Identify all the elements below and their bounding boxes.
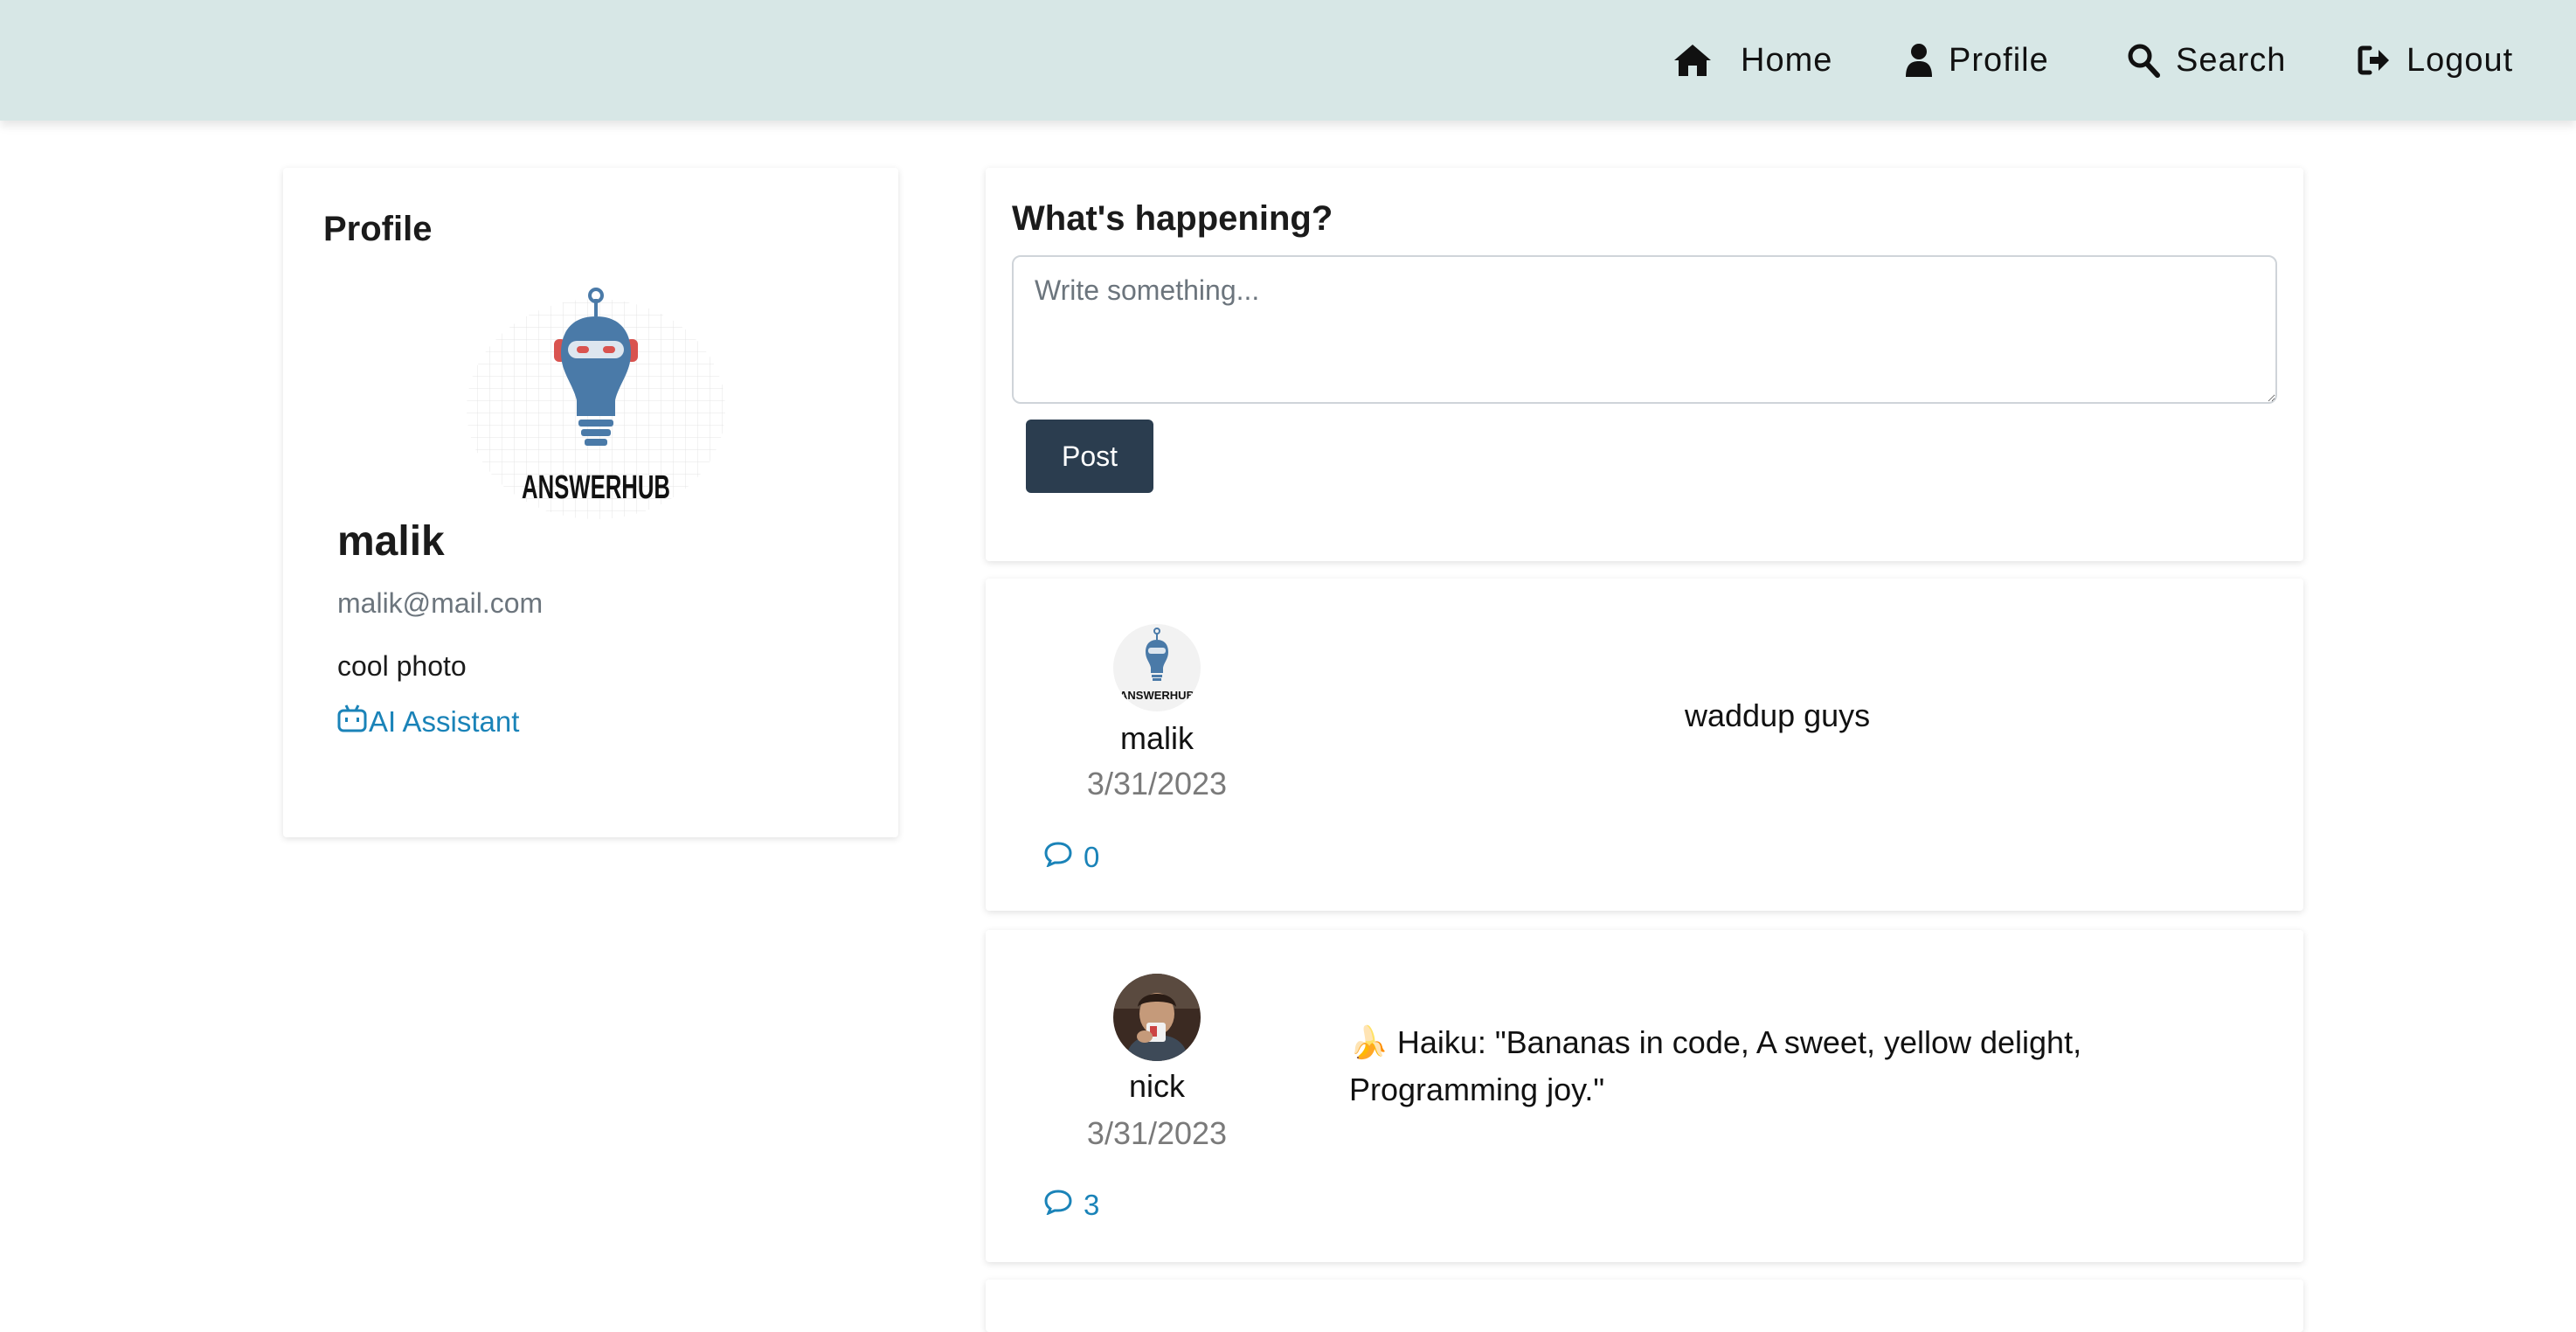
post-date: 3/31/2023	[1086, 766, 1228, 801]
answerhub-robot-logo-icon: ANSWERHUB	[467, 288, 725, 519]
ai-assistant-label: AI Assistant	[369, 705, 520, 738]
compose-title: What's happening?	[1012, 199, 1333, 238]
profile-card: Profile ANSWERHUB malik malik@mail.com c…	[283, 168, 898, 837]
logo-text: ANSWERHUB	[522, 469, 670, 506]
nav-home-label: Home	[1741, 41, 1833, 79]
nav-logout-label: Logout	[2406, 41, 2514, 79]
nav-search-label: Search	[2176, 41, 2287, 79]
logout-icon	[2358, 45, 2391, 76]
post-content: waddup guys	[1685, 697, 1871, 733]
search-icon	[2127, 43, 2160, 78]
comment-icon	[1043, 841, 1073, 874]
top-navbar: Home Profile Search Logout	[0, 0, 2576, 121]
profile-bio: cool photo	[337, 650, 467, 682]
post-date: 3/31/2023	[1086, 1115, 1228, 1151]
comment-count-button[interactable]: 0	[1043, 841, 1099, 874]
post-button[interactable]: Post	[1026, 420, 1153, 493]
profile-avatar: ANSWERHUB	[465, 278, 727, 540]
profile-username: malik	[337, 518, 445, 565]
post-author[interactable]: nick	[986, 1068, 1328, 1105]
post-card: nick 3/31/2023 🍌 Haiku: "Bananas in code…	[986, 930, 2303, 1262]
post-avatar[interactable]	[1113, 974, 1201, 1061]
comment-icon	[1043, 1189, 1073, 1222]
user-icon	[1905, 43, 1933, 78]
profile-email: malik@mail.com	[337, 587, 544, 619]
post-card	[986, 1280, 2303, 1332]
nav-profile-label: Profile	[1949, 41, 2049, 79]
ai-assistant-link[interactable]: AI Assistant	[337, 704, 519, 739]
post-avatar[interactable]: ANSWERHUB	[1113, 624, 1201, 711]
robot-icon	[337, 704, 367, 739]
logo-text: ANSWERHUB	[1119, 689, 1195, 702]
nav-home-link[interactable]: Home	[1672, 35, 1832, 86]
user-photo-icon	[1113, 974, 1201, 1061]
compose-card: What's happening? Post	[986, 168, 2303, 561]
comment-count-button[interactable]: 3	[1043, 1189, 1099, 1222]
nav-profile-link[interactable]: Profile	[1905, 35, 2049, 86]
nav-logout-link[interactable]: Logout	[2358, 35, 2513, 86]
comment-count: 0	[1084, 841, 1100, 873]
answerhub-robot-logo-icon: ANSWERHUB	[1113, 624, 1201, 711]
post-card: ANSWERHUB malik 3/31/2023 waddup guys 0	[986, 579, 2303, 911]
post-content: 🍌 Haiku: "Bananas in code, A sweet, yell…	[1349, 1024, 2082, 1107]
comment-count: 3	[1084, 1189, 1100, 1221]
home-icon	[1672, 43, 1713, 78]
nav-search-link[interactable]: Search	[2127, 35, 2286, 86]
post-author[interactable]: malik	[986, 720, 1328, 757]
post-textarea[interactable]	[1012, 255, 2277, 404]
profile-title: Profile	[323, 210, 433, 248]
